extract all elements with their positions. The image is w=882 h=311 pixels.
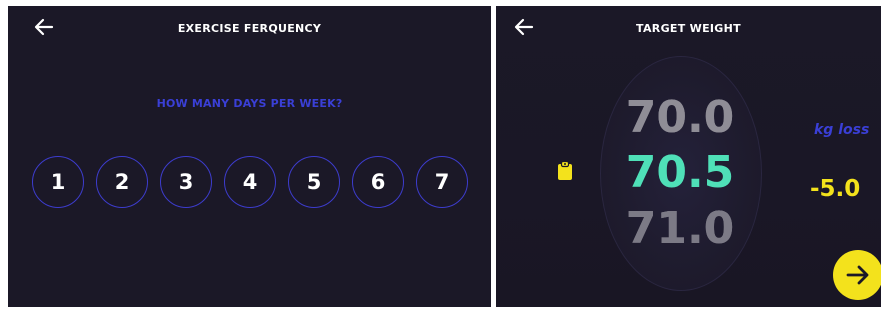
page-title: EXERCISE FERQUENCY: [177, 22, 322, 35]
weight-difference: -5.0: [810, 176, 861, 202]
day-option-3[interactable]: 3: [160, 156, 212, 208]
clipboard-icon: [557, 160, 573, 181]
weight-option-selected[interactable]: 70.5: [600, 147, 760, 198]
day-option-7[interactable]: 7: [416, 156, 468, 208]
question-label: HOW MANY DAYS PER WEEK?: [156, 97, 343, 110]
day-option-1[interactable]: 1: [32, 156, 84, 208]
day-option-2[interactable]: 2: [96, 156, 148, 208]
day-option-6[interactable]: 6: [352, 156, 404, 208]
day-option-4[interactable]: 4: [224, 156, 276, 208]
page-title: TARGET WEIGHT: [636, 22, 741, 35]
day-option-5[interactable]: 5: [288, 156, 340, 208]
target-weight-screen: TARGET WEIGHT 70.0 70.5 71.0 kg loss -5.…: [496, 6, 881, 307]
exercise-frequency-screen: EXERCISE FERQUENCY HOW MANY DAYS PER WEE…: [8, 6, 491, 307]
weight-option-next[interactable]: 71.0: [600, 203, 760, 254]
arrow-right-icon: [846, 265, 869, 285]
weight-option-previous[interactable]: 70.0: [600, 92, 760, 143]
unit-label: kg loss: [814, 122, 870, 138]
next-button[interactable]: [833, 250, 881, 300]
day-options: 1 2 3 4 5 6 7: [32, 156, 472, 210]
